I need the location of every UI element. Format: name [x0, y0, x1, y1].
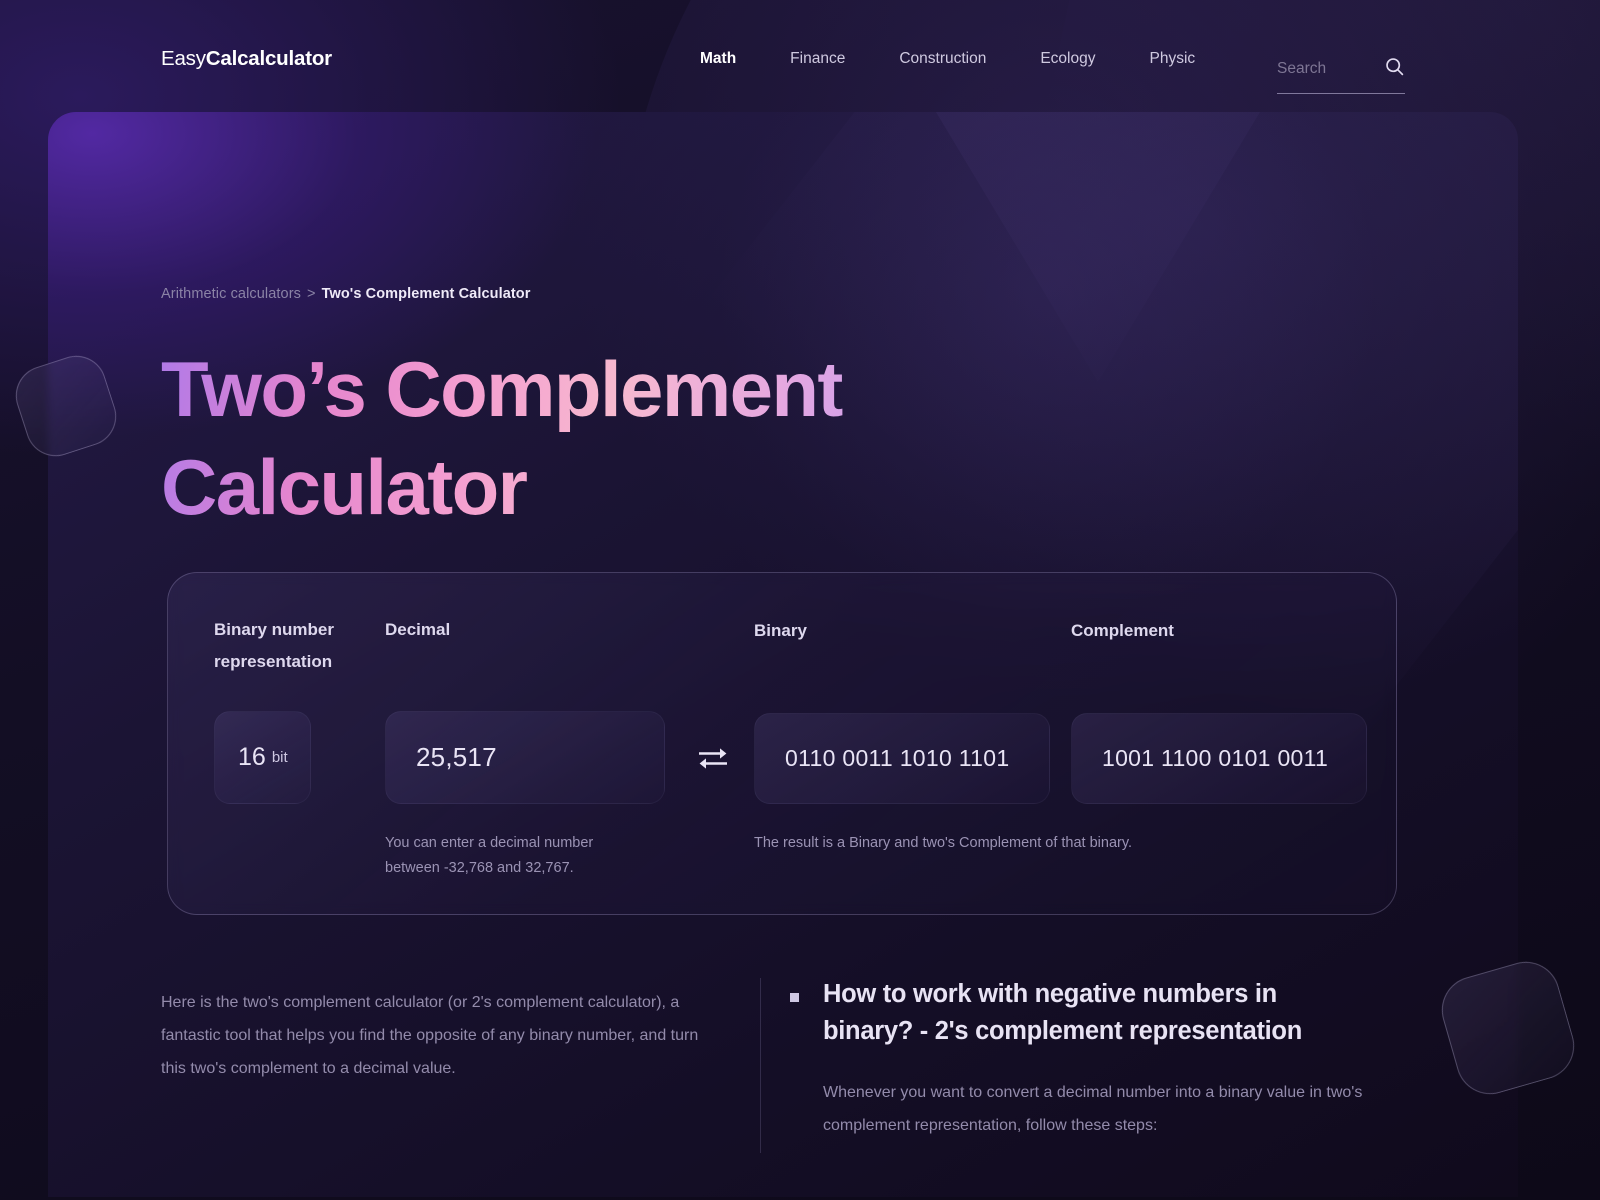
- swap-arrows-icon[interactable]: [692, 738, 734, 778]
- label-binary: Binary: [754, 621, 807, 640]
- label-complement: Complement: [1071, 621, 1174, 640]
- bit-size-unit: bit: [271, 749, 288, 766]
- section-paragraph: Whenever you want to convert a decimal n…: [823, 1084, 1363, 1134]
- vertical-divider: [760, 978, 761, 1153]
- nav-item-finance[interactable]: Finance: [790, 50, 845, 68]
- nav-item-math[interactable]: Math: [700, 50, 736, 68]
- breadcrumb: Arithmetic calculators > Two's Complemen…: [161, 286, 531, 302]
- page-title: Two’s Complement Calculator: [161, 340, 1021, 536]
- binary-output[interactable]: 0110 0011 1010 1101: [754, 713, 1050, 804]
- search-icon[interactable]: [1384, 56, 1405, 81]
- nav-item-physic[interactable]: Physic: [1150, 50, 1196, 68]
- label-decimal: Decimal: [385, 620, 451, 639]
- section-heading: How to work with negative numbers in bin…: [823, 980, 1302, 1045]
- main-navigation: Math Finance Construction Ecology Physic: [700, 0, 1195, 118]
- bit-size-selector[interactable]: 16 bit: [214, 711, 311, 804]
- logo-text-bold: Calcalculator: [205, 47, 332, 70]
- breadcrumb-parent-link[interactable]: Arithmetic calculators: [161, 286, 301, 302]
- breadcrumb-current: Two's Complement Calculator: [321, 286, 531, 302]
- complement-output[interactable]: 1001 1100 0101 0011: [1071, 713, 1367, 804]
- site-logo[interactable]: Easy Calcalculator: [161, 0, 332, 118]
- search-box[interactable]: [1277, 50, 1405, 94]
- nav-item-construction[interactable]: Construction: [899, 50, 986, 68]
- intro-paragraph: Here is the two's complement calculator …: [161, 994, 699, 1077]
- search-input[interactable]: [1277, 59, 1363, 84]
- breadcrumb-separator: >: [307, 286, 316, 302]
- square-bullet-icon: [790, 993, 799, 1002]
- hint-binary-result: The result is a Binary and two's Complem…: [754, 835, 1133, 851]
- site-header: Easy Calcalculator Math Finance Construct…: [0, 0, 1600, 118]
- label-binary-number-representation: Binary number representation: [214, 620, 334, 671]
- bit-size-value: 16: [238, 743, 266, 771]
- calculator-card: Binary number representation Decimal Bin…: [167, 572, 1397, 915]
- nav-item-ecology[interactable]: Ecology: [1040, 50, 1095, 68]
- hint-decimal-range: You can enter a decimal number between -…: [385, 835, 594, 876]
- logo-text-light: Easy: [161, 47, 206, 70]
- decimal-input[interactable]: 25,517: [385, 711, 665, 804]
